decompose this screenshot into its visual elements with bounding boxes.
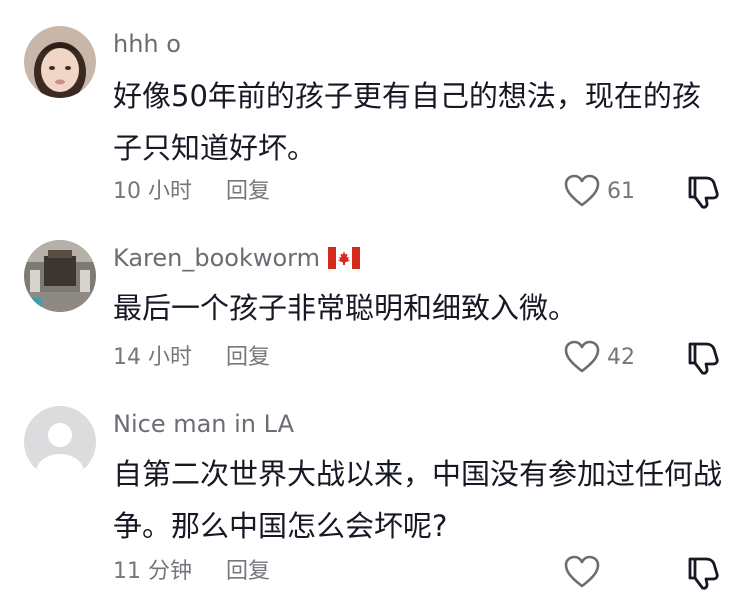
username[interactable]: Nice man in LA <box>113 410 294 438</box>
like-button[interactable] <box>564 555 600 589</box>
heart-icon <box>564 340 600 373</box>
username-text: Karen_bookworm <box>113 244 320 272</box>
thumbs-down-icon <box>688 342 719 375</box>
username[interactable]: hhh o <box>113 30 181 58</box>
avatar-photo-girl <box>24 26 96 98</box>
dislike-button[interactable] <box>684 555 720 591</box>
like-button[interactable] <box>564 340 600 374</box>
comment-meta: 14 小时 回复 <box>113 344 270 372</box>
comment-text: 自第二次世界大战以来，中国没有参加过任何战争。那么中国怎么会坏呢? <box>113 457 723 543</box>
thumbs-down-icon <box>688 557 719 590</box>
reply-button[interactable]: 回复 <box>226 179 270 204</box>
canada-flag-icon <box>327 247 360 275</box>
timestamp: 10 小时 <box>113 179 192 204</box>
dislike-button[interactable] <box>684 174 720 210</box>
avatar-default <box>24 406 96 478</box>
like-count: 42 <box>607 345 635 370</box>
dislike-button[interactable] <box>684 340 720 376</box>
reply-button[interactable]: 回复 <box>226 345 270 370</box>
comment-meta: 10 小时 回复 <box>113 178 270 206</box>
comment-text: 最后一个孩子非常聪明和细致入微。 <box>113 291 578 325</box>
avatar[interactable] <box>24 406 96 478</box>
comment-text: 好像50年前的孩子更有自己的想法，现在的孩子只知道好坏。 <box>113 79 701 165</box>
avatar-photo-temple <box>24 240 96 312</box>
avatar[interactable] <box>24 26 96 98</box>
timestamp: 11 分钟 <box>113 559 192 584</box>
comment-meta: 11 分钟 回复 <box>113 558 270 586</box>
reply-button[interactable]: 回复 <box>226 559 270 584</box>
like-count: 61 <box>607 179 635 204</box>
like-button[interactable] <box>564 174 600 208</box>
timestamp: 14 小时 <box>113 345 192 370</box>
heart-icon <box>564 555 600 588</box>
heart-icon <box>564 174 600 207</box>
avatar[interactable] <box>24 240 96 312</box>
thumbs-down-icon <box>688 176 719 209</box>
username[interactable]: Karen_bookworm <box>113 244 360 275</box>
